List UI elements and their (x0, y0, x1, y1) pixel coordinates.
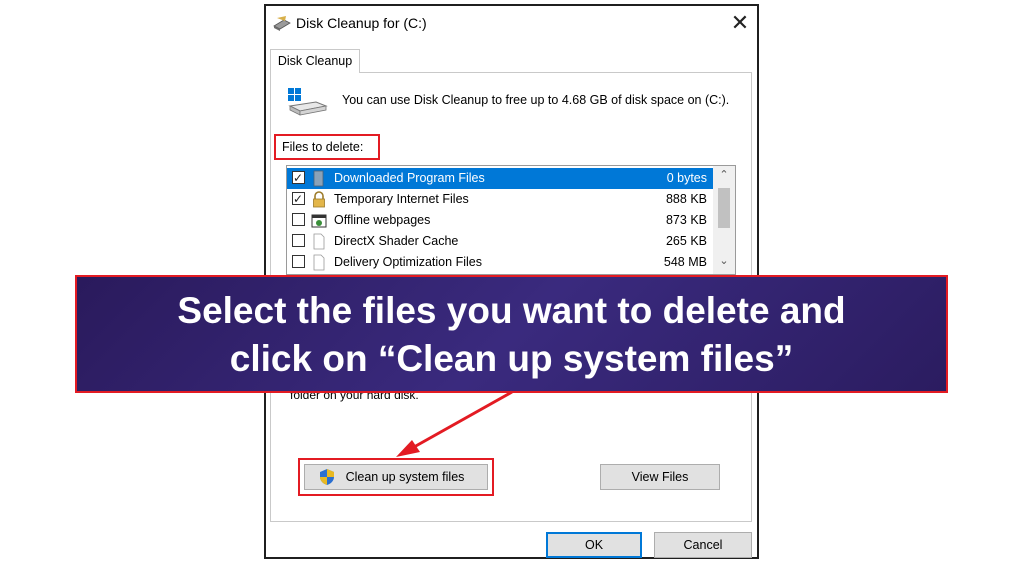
file-size: 873 KB (665, 213, 707, 227)
file-size: 548 MB (663, 255, 707, 269)
list-item[interactable]: Downloaded Program Files 0 bytes (287, 168, 713, 189)
file-name: Delivery Optimization Files (334, 255, 482, 269)
annotation-banner: Select the files you want to delete and … (75, 275, 948, 393)
close-button[interactable]: ✕ (726, 10, 754, 38)
cancel-button[interactable]: Cancel (654, 532, 752, 558)
files-list[interactable]: Downloaded Program Files 0 bytes Tempora… (286, 165, 736, 275)
checkbox[interactable] (292, 168, 305, 189)
window-title: Disk Cleanup for (C:) (296, 15, 427, 31)
disk-cleanup-icon (273, 16, 291, 31)
list-item[interactable]: Delivery Optimization Files 548 MB (287, 252, 713, 273)
shield-icon (320, 469, 334, 485)
file-name: Temporary Internet Files (334, 192, 469, 206)
file-name: DirectX Shader Cache (334, 234, 459, 248)
chevron-down-icon[interactable]: ⌄ (713, 254, 735, 272)
file-size: 265 KB (665, 234, 707, 248)
list-item[interactable]: Offline webpages 873 KB (287, 210, 713, 231)
lock-icon (313, 191, 325, 208)
checkbox[interactable] (292, 234, 305, 247)
intro-text: You can use Disk Cleanup to free up to 4… (342, 93, 730, 107)
webpage-icon (311, 214, 327, 228)
scroll-thumb[interactable] (718, 188, 730, 228)
ok-button[interactable]: OK (546, 532, 642, 558)
view-files-button[interactable]: View Files (600, 464, 720, 490)
checkbox[interactable] (292, 213, 305, 226)
checkbox[interactable] (292, 255, 305, 268)
banner-line-1: Select the files you want to delete and (177, 290, 846, 331)
file-size: 888 KB (665, 192, 707, 206)
folder-icon (313, 170, 324, 187)
tab-disk-cleanup[interactable]: Disk Cleanup (270, 49, 360, 73)
file-size: 0 bytes (666, 171, 707, 185)
file-name: Offline webpages (334, 213, 431, 227)
list-item[interactable]: Temporary Internet Files 888 KB (287, 189, 713, 210)
file-name: Downloaded Program Files (334, 171, 485, 185)
files-to-delete-label: Files to delete: (274, 134, 380, 160)
file-icon (313, 254, 325, 271)
chevron-up-icon[interactable]: ⌃ (713, 168, 735, 186)
list-scrollbar[interactable]: ⌃ ⌄ (713, 166, 735, 274)
checkbox[interactable] (292, 189, 305, 210)
list-item[interactable]: DirectX Shader Cache 265 KB (287, 231, 713, 252)
drive-icon (288, 88, 328, 116)
file-icon (313, 233, 325, 250)
title-bar: Disk Cleanup for (C:) ✕ (266, 6, 757, 42)
close-icon: ✕ (730, 10, 750, 35)
banner-line-2: click on “Clean up system files” (229, 338, 794, 379)
